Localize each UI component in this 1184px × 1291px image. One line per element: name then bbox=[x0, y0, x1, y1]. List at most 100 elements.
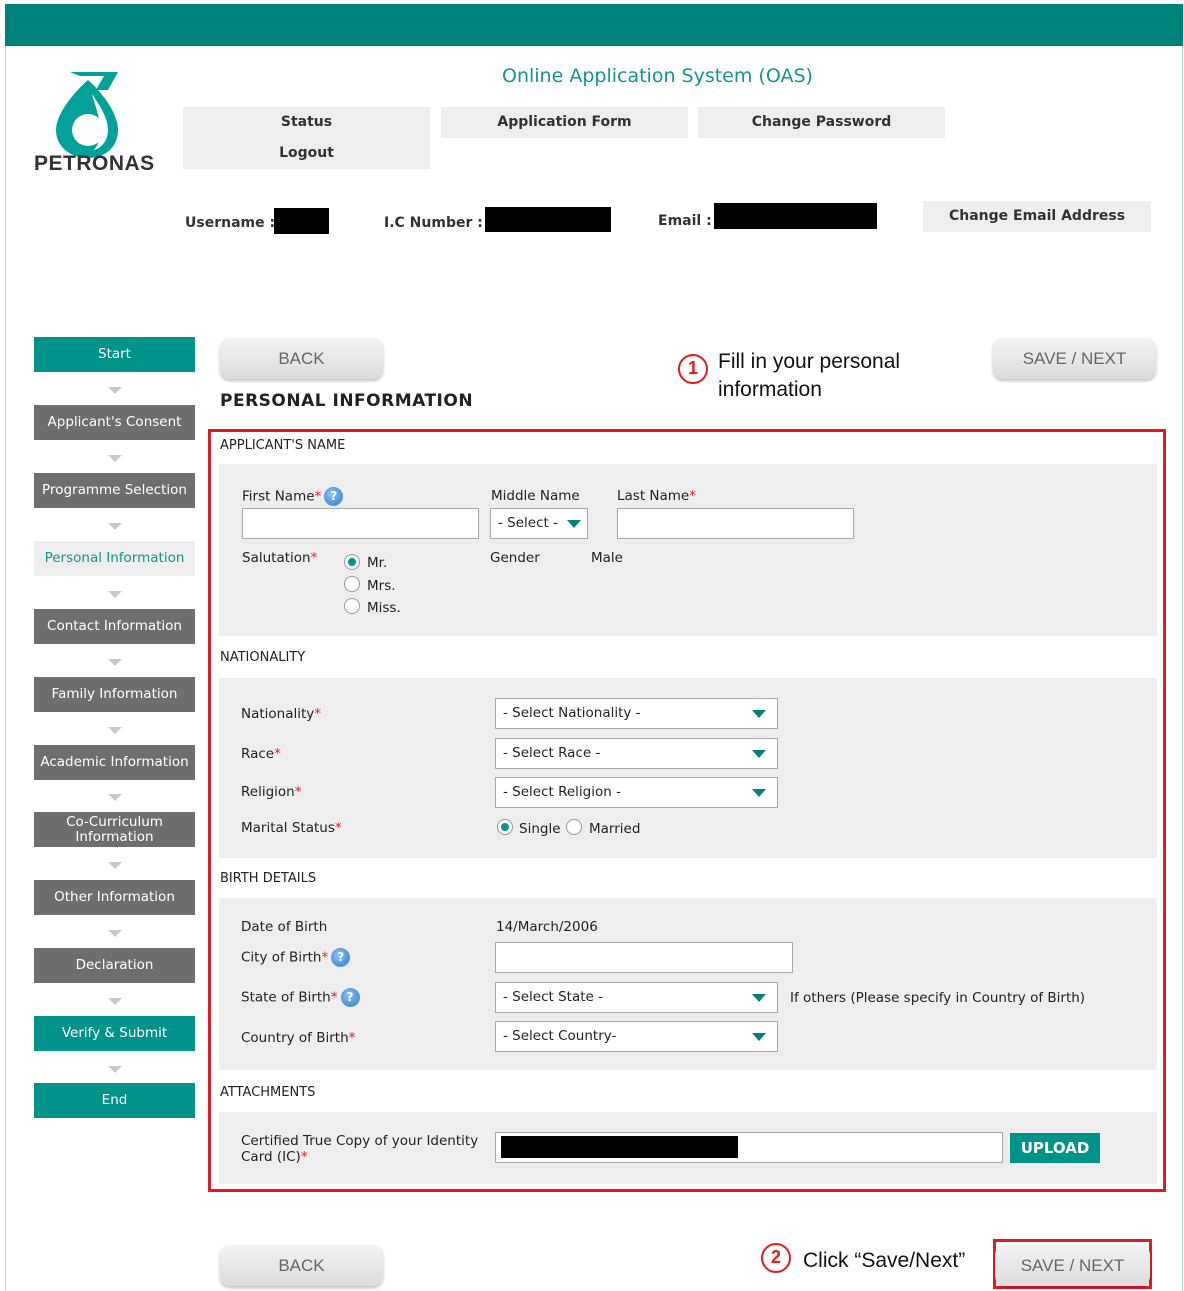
salutation-mr-radio[interactable] bbox=[344, 554, 360, 570]
section-title-attachments: ATTACHMENTS bbox=[220, 1085, 316, 1100]
nationality-select-value: - Select Nationality - bbox=[503, 705, 641, 721]
salutation-mr-label: Mr. bbox=[367, 555, 388, 571]
save-next-button-top[interactable]: SAVE / NEXT bbox=[993, 338, 1156, 379]
step-contact-information[interactable]: Contact Information bbox=[34, 609, 195, 644]
change-password-link[interactable]: Change Password bbox=[698, 107, 945, 138]
application-form-label: Application Form bbox=[497, 114, 632, 130]
step-end[interactable]: End bbox=[34, 1083, 195, 1118]
email-redacted bbox=[714, 203, 877, 229]
salutation-miss-radio[interactable] bbox=[344, 598, 360, 614]
help-icon[interactable]: ? bbox=[331, 948, 351, 967]
step-personal-information[interactable]: Personal Information bbox=[34, 541, 195, 576]
step-academic-information[interactable]: Academic Information bbox=[34, 745, 195, 780]
religion-select-value: - Select Religion - bbox=[503, 784, 621, 800]
marital-status-label: Marital Status* bbox=[241, 820, 342, 836]
chevron-down-icon bbox=[108, 794, 122, 801]
chevron-down-icon bbox=[108, 998, 122, 1005]
chevron-down-icon bbox=[108, 591, 122, 598]
section-title-nationality: NATIONALITY bbox=[220, 650, 306, 665]
change-password-label: Change Password bbox=[751, 114, 892, 130]
state-note: If others (Please specify in Country of … bbox=[790, 990, 1086, 1006]
nationality-select[interactable]: - Select Nationality - bbox=[495, 698, 778, 729]
chevron-down-icon bbox=[752, 710, 766, 718]
chevron-down-icon bbox=[567, 520, 581, 528]
back-button-top[interactable]: BACK bbox=[220, 338, 383, 379]
religion-label: Religion* bbox=[241, 784, 302, 800]
nationality-label: Nationality* bbox=[241, 706, 322, 722]
chevron-down-icon bbox=[752, 1033, 766, 1041]
annotation-step-2-marker: 2 bbox=[761, 1243, 791, 1273]
chevron-down-icon bbox=[108, 387, 122, 394]
last-name-label: Last Name* bbox=[617, 488, 696, 504]
country-select-value: - Select Country- bbox=[503, 1028, 617, 1044]
ic-number-label: I.C Number : bbox=[384, 215, 483, 231]
step-start[interactable]: Start bbox=[34, 337, 195, 372]
chevron-down-icon bbox=[108, 930, 122, 937]
ic-file-redacted bbox=[501, 1136, 738, 1158]
save-next-button-bottom[interactable]: SAVE / NEXT bbox=[995, 1245, 1150, 1286]
ic-copy-label-line1: Certified True Copy of your Identity bbox=[241, 1133, 479, 1149]
chevron-down-icon bbox=[752, 750, 766, 758]
change-email-button[interactable]: Change Email Address bbox=[923, 201, 1151, 232]
step-programme-selection[interactable]: Programme Selection bbox=[34, 473, 195, 508]
step-verify-submit[interactable]: Verify & Submit bbox=[34, 1016, 195, 1051]
top-bar bbox=[5, 4, 1183, 46]
city-of-birth-label: City of Birth*? bbox=[241, 948, 351, 967]
logout-link[interactable]: Logout bbox=[183, 145, 430, 161]
marital-single-radio[interactable] bbox=[497, 819, 513, 835]
step-applicants-consent[interactable]: Applicant's Consent bbox=[34, 405, 195, 440]
marital-single-label: Single bbox=[519, 821, 561, 837]
annotation-step-2-text: Click “Save/Next” bbox=[803, 1249, 966, 1272]
first-name-label: First Name*? bbox=[242, 487, 344, 506]
country-of-birth-select[interactable]: - Select Country- bbox=[495, 1021, 778, 1052]
ic-copy-label-line2: Card (IC)* bbox=[241, 1149, 308, 1165]
step-family-information[interactable]: Family Information bbox=[34, 677, 195, 712]
chevron-down-icon bbox=[108, 455, 122, 462]
marital-married-label: Married bbox=[589, 821, 641, 837]
logo-text: PETRONAS bbox=[34, 152, 155, 175]
middle-name-label: Middle Name bbox=[491, 488, 580, 504]
religion-select[interactable]: - Select Religion - bbox=[495, 777, 778, 808]
salutation-label: Salutation* bbox=[242, 550, 318, 566]
step-other-information[interactable]: Other Information bbox=[34, 880, 195, 915]
step-co-curriculum-information[interactable]: Co-Curriculum Information bbox=[34, 812, 195, 847]
chevron-down-icon bbox=[108, 659, 122, 666]
salutation-mrs-label: Mrs. bbox=[367, 578, 396, 594]
salutation-miss-label: Miss. bbox=[367, 600, 401, 616]
chevron-down-icon bbox=[108, 862, 122, 869]
step-declaration[interactable]: Declaration bbox=[34, 948, 195, 983]
upload-button[interactable]: UPLOAD bbox=[1010, 1133, 1100, 1163]
marital-married-radio[interactable] bbox=[566, 819, 582, 835]
state-of-birth-label: State of Birth*? bbox=[241, 988, 360, 1007]
help-icon[interactable]: ? bbox=[340, 988, 360, 1007]
email-label: Email : bbox=[658, 213, 712, 229]
application-form-link[interactable]: Application Form bbox=[441, 107, 688, 138]
last-name-input[interactable] bbox=[617, 508, 854, 539]
dob-value: 14/March/2006 bbox=[496, 919, 598, 935]
salutation-mrs-radio[interactable] bbox=[344, 576, 360, 592]
annotation-step-1-marker: 1 bbox=[678, 354, 708, 384]
first-name-input[interactable] bbox=[242, 508, 479, 539]
gender-value: Male bbox=[591, 550, 623, 566]
race-select[interactable]: - Select Race - bbox=[495, 738, 778, 769]
page-title: PERSONAL INFORMATION bbox=[220, 391, 474, 411]
state-of-birth-select[interactable]: - Select State - bbox=[495, 982, 778, 1013]
status-logout-box: Status Logout bbox=[183, 107, 430, 169]
race-label: Race* bbox=[241, 746, 281, 762]
back-button-bottom[interactable]: BACK bbox=[220, 1245, 383, 1286]
username-label: Username : bbox=[185, 215, 276, 231]
middle-name-select-value: - Select - bbox=[498, 515, 558, 531]
gender-label: Gender bbox=[490, 550, 540, 566]
section-title-birth-details: BIRTH DETAILS bbox=[220, 871, 317, 886]
state-select-value: - Select State - bbox=[503, 989, 603, 1005]
city-of-birth-input[interactable] bbox=[495, 942, 793, 973]
app-title: Online Application System (OAS) bbox=[502, 65, 813, 87]
ic-number-redacted bbox=[485, 207, 611, 232]
annotation-step-1-text: Fill in your personal information bbox=[718, 350, 901, 401]
chevron-down-icon bbox=[108, 1066, 122, 1073]
middle-name-select[interactable]: - Select - bbox=[490, 508, 588, 539]
status-link[interactable]: Status bbox=[183, 114, 430, 130]
dob-label: Date of Birth bbox=[241, 919, 328, 935]
chevron-down-icon bbox=[752, 994, 766, 1002]
help-icon[interactable]: ? bbox=[324, 487, 344, 506]
